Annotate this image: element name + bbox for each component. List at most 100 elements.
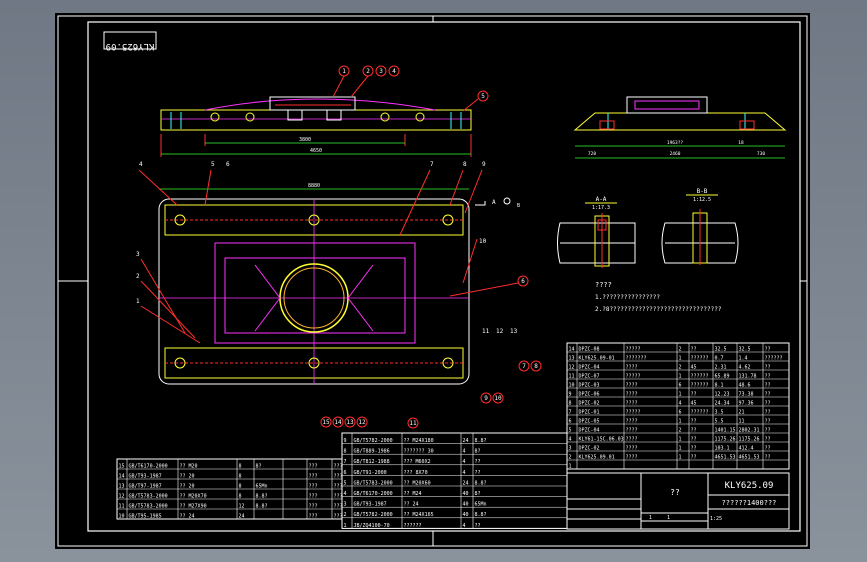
bom-right-cell: ?? <box>765 418 771 424</box>
bom-left-cell: ??? <box>334 493 343 499</box>
bom-right-cell: 412.4 <box>739 445 754 451</box>
bom-right-cell: 4 <box>679 400 682 406</box>
stamp-code: KLY625.09 <box>106 41 155 51</box>
section-a-title: A-A <box>596 196 607 203</box>
bom-right-cell: 1 <box>679 355 682 361</box>
bom-left-cell: ?? M20X70 <box>180 493 207 499</box>
bom-mid-cell: ?? M24X180 <box>404 438 434 444</box>
bom-left-cell: 8 <box>239 493 242 499</box>
bom-right-cell: ?? <box>765 346 771 352</box>
bom-right-cell: KLY625.09-01 <box>579 355 615 361</box>
side-dim-overall: 2460 <box>670 151 681 157</box>
bom-right-cell: ?????? <box>691 409 709 415</box>
cad-viewport[interactable]: KLY625.09 3800 4650 1 2 3 4 5 720 1963??… <box>0 0 867 562</box>
bom-right-cell: DPZC-04 <box>579 364 600 370</box>
bom-left-cell: ??? <box>334 503 343 509</box>
bom-left-cell: GB/T6170-2000 <box>129 463 168 469</box>
bom-right-cell: 2 <box>679 427 682 433</box>
top-balloon-1: 1 <box>332 65 350 98</box>
bom-right-cell: ???? <box>626 391 638 397</box>
plan-balloon-15: 15 <box>320 416 332 428</box>
plan-balloon-9: 9 <box>480 392 492 404</box>
bom-right-cell: DPZC-07 <box>579 373 600 379</box>
bom-left-cell: 8? <box>256 463 262 469</box>
bom-left-cell: ?? 20 <box>180 483 195 489</box>
section-mark-a: A <box>492 199 496 206</box>
plan-label-2: 2 <box>136 273 140 280</box>
bom-left-cell: 8 <box>239 463 242 469</box>
bom-right-cell: 5 <box>569 427 572 433</box>
plan-label-5: 5 <box>211 161 215 168</box>
title-scale: 1:25 <box>710 516 722 522</box>
bom-right-cell: 1.4 <box>739 355 748 361</box>
title-name-cell: ?? <box>670 488 680 497</box>
bom-mid-cell: GB/T5782-2000 <box>354 512 393 518</box>
bom-right-cell: 21 <box>739 409 745 415</box>
bom-right-cell: ?? <box>765 364 771 370</box>
bom-right-cell: DPZC-06 <box>579 391 600 397</box>
bom-left-cell: GB/T95-1985 <box>129 513 162 519</box>
bom-right-cell: DPZC-03 <box>579 382 600 388</box>
section-b-view: B-B 1:12.5 <box>661 188 739 265</box>
bom-right-cell: ???? <box>626 382 638 388</box>
bom-mid-cell: ?? M20X60 <box>404 480 431 486</box>
bom-mid-cell: GB/T93-1987 <box>354 502 387 508</box>
side-dim-right: 730 <box>757 151 765 157</box>
svg-text:3: 3 <box>379 68 383 75</box>
plan-balloon-13: 13 <box>344 416 356 428</box>
bom-left-cell: 12 <box>239 503 245 509</box>
bom-mid-cell: 8.8? <box>475 480 487 486</box>
top-elevation-view: 3800 4650 1 2 3 4 5 <box>160 65 489 157</box>
bom-right-cell: ??????? <box>626 355 647 361</box>
bom-right-cell: 2 <box>679 364 682 370</box>
bom-right-cell: 1 <box>679 454 682 460</box>
bom-right-cell: DPZC-08 <box>579 346 600 352</box>
bom-mid-cell: 5 <box>344 480 347 486</box>
bom-left-cell: ??? <box>334 473 343 479</box>
bom-right-cell: ?????? <box>691 373 709 379</box>
bom-right-cell: ?? <box>691 427 697 433</box>
svg-text:11: 11 <box>409 420 417 427</box>
bom-right-cell: 1 <box>679 436 682 442</box>
bom-mid-cell: 1 <box>344 523 347 529</box>
bom-mid-cell: 40 <box>463 502 469 508</box>
bom-right-cell: 2 <box>679 346 682 352</box>
bom-right-cell: 1 <box>679 418 682 424</box>
plan-balloon-8: 8 <box>530 360 542 372</box>
bom-right-cell: 2.31 <box>715 364 727 370</box>
bom-mid-cell: 8 <box>344 449 347 455</box>
bom-right-cell: 6 <box>679 382 682 388</box>
bom-right-cell: 3 <box>569 445 572 451</box>
bom-left-cell: 15 <box>119 463 125 469</box>
bom-mid-cell: 8.8? <box>475 512 487 518</box>
bom-right-cell: 45 <box>691 400 697 406</box>
bom-left-cell: 8 <box>239 483 242 489</box>
side-dim-gap: 18 <box>738 140 744 146</box>
bom-right-cell: 103.1 <box>715 445 730 451</box>
bom-right-cell: DPZC-02 <box>579 445 600 451</box>
bom-right-cell: ?? <box>765 400 771 406</box>
bom-right-cell: 1175.26 <box>715 436 736 442</box>
bom-right-cell: DPZC-05 <box>579 418 600 424</box>
bom-left-cell: ??? <box>334 513 343 519</box>
bom-mid-cell: 65Mn <box>475 502 487 508</box>
notes-line-1: 1.???????????????? <box>595 294 660 301</box>
plan-view: 8880 A B 6 7 8 9 10 11 15 14 13 12 4 5 6… <box>136 161 542 429</box>
bom-right-cell: ?? <box>765 409 771 415</box>
plan-label-11: 11 <box>482 328 490 335</box>
drawing-code-stamp: KLY625.09 <box>103 31 157 51</box>
plan-label-12: 12 <box>496 328 504 335</box>
svg-text:7: 7 <box>522 363 526 370</box>
bom-right-cell: ?? <box>765 382 771 388</box>
bom-right-cell: ?? <box>691 391 697 397</box>
bom-mid-cell: JB/ZQ4100-70 <box>354 523 390 529</box>
bom-right-cell: ???? <box>626 436 638 442</box>
bom-right-cell: ???? <box>626 364 638 370</box>
bom-mid-cell: GB/T6170-2000 <box>354 491 393 497</box>
bom-right-cell: 24.34 <box>715 400 730 406</box>
bom-right-cell: ???? <box>626 400 638 406</box>
bom-mid-cell: 8? <box>475 491 481 497</box>
bom-right-cell: 73.38 <box>739 391 754 397</box>
bom-right-cell: 11 <box>569 373 575 379</box>
title-sheet-count: 1 <box>649 515 652 521</box>
